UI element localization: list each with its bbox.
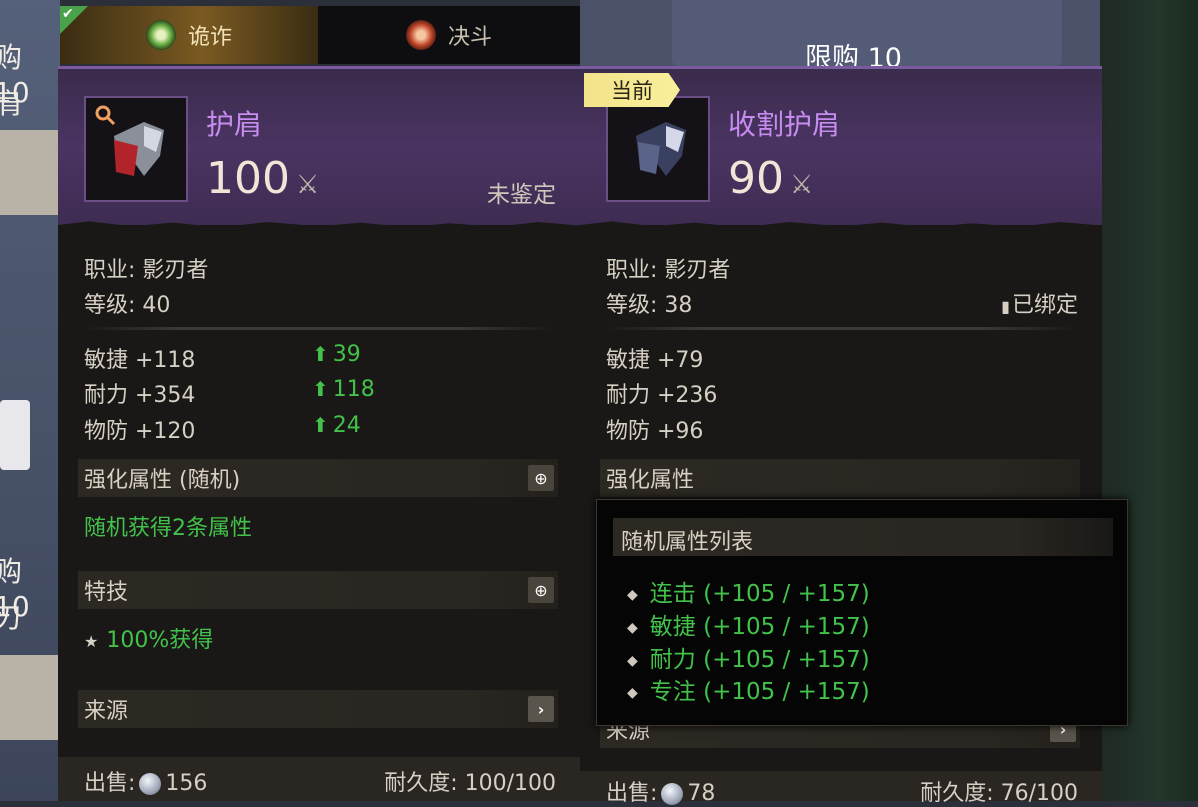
stat-agility: 敏捷 +118: [84, 348, 196, 373]
attribute-list-item: ◆ 连击 (+105 / +157): [627, 574, 870, 608]
stat-diff-value: 24: [332, 413, 361, 438]
silver-coin-icon: [139, 773, 162, 795]
popup-title: 随机属性列表: [621, 530, 754, 555]
enhance-section-header: 强化属性 (随机) ⊕: [78, 459, 558, 497]
attribute-text: 连击 (+105 / +157): [649, 581, 870, 607]
torn-edge: [580, 221, 1102, 231]
chevron-right-icon[interactable]: ›: [528, 696, 554, 722]
section-title: 特技: [84, 580, 129, 605]
item-header: 当前 收割护肩 90 ⚔: [580, 66, 1102, 231]
shoulder-armor-icon: [636, 122, 686, 176]
arrow-up-icon: ⬆: [312, 413, 329, 437]
checkmark-icon: ✔: [60, 6, 88, 34]
stat-agility: 敏捷 +79: [606, 348, 704, 373]
bg-text: 肩: [0, 87, 23, 120]
stat-physical-defense: 物防 +96: [606, 419, 704, 444]
divider: [606, 327, 1076, 330]
item-header: 护肩 100 ⚔ 未鉴定: [58, 66, 580, 231]
item-footer: 出售: 78 耐久度: 76/100: [580, 771, 1102, 806]
item-power: 90 ⚔: [728, 153, 813, 204]
enhance-description: 随机获得2条属性: [84, 516, 252, 541]
diamond-bullet-icon: ◆: [627, 684, 638, 701]
section-title: 强化属性 (随机): [84, 468, 241, 493]
stat-stamina: 耐力 +236: [606, 383, 718, 408]
crossed-swords-icon: ⚔: [790, 170, 814, 200]
stat-diff: ⬆ 39: [312, 342, 361, 367]
random-attribute-popup: 随机属性列表 ◆ 连击 (+105 / +157) ◆ 敏捷 (+105 / +15…: [596, 499, 1128, 726]
lock-icon: [0, 400, 30, 470]
attribute-list-item: ◆ 敏捷 (+105 / +157): [627, 607, 870, 641]
tab-bar: 诡诈 决斗 ✔: [60, 6, 580, 64]
diamond-bullet-icon: ◆: [627, 619, 638, 636]
sell-label: 出售:: [84, 771, 136, 796]
class-requirement: 职业: 影刃者: [84, 258, 209, 283]
sell-value: 78: [687, 781, 716, 806]
item-name: 护肩: [206, 108, 263, 141]
attribute-text: 耐力 (+105 / +157): [649, 647, 870, 673]
tab-duel[interactable]: 决斗: [318, 6, 580, 64]
stat-stamina: 耐力 +354: [84, 383, 196, 408]
item-slot[interactable]: [606, 96, 710, 202]
skill-section-header: 特技 ⊕: [78, 571, 558, 609]
arrow-up-icon: ⬆: [312, 342, 329, 366]
card-strip: [0, 655, 60, 740]
class-requirement: 职业: 影刃者: [606, 258, 731, 283]
item-footer: 出售: 156 耐久度: 100/100: [58, 757, 580, 801]
star-icon: ★: [84, 632, 99, 651]
popup-header: 随机属性列表: [613, 518, 1113, 556]
item-name: 收割护肩: [728, 108, 841, 141]
unidentified-label: 未鉴定: [487, 182, 556, 208]
sell-price: 出售: 156: [84, 765, 207, 797]
stat-physical-defense: 物防 +120: [84, 419, 196, 444]
attribute-list-item: ◆ 专注 (+105 / +157): [627, 672, 870, 706]
divider: [84, 327, 554, 330]
diamond-bullet-icon: ◆: [627, 652, 638, 669]
background-left-cards: 购 10 肩 购 10 刃: [0, 0, 60, 801]
item-slot[interactable]: [84, 96, 188, 202]
tab-guile[interactable]: 诡诈: [60, 6, 318, 64]
attribute-list-item: ◆ 耐力 (+105 / +157): [627, 640, 870, 674]
diamond-bullet-icon: ◆: [627, 586, 638, 603]
arrow-up-icon: ⬆: [312, 377, 329, 401]
source-section-header[interactable]: 来源 ›: [78, 690, 558, 728]
skill-line: ★ 100%获得: [84, 622, 213, 654]
eye-emblem-icon: [145, 20, 176, 50]
item-tooltip-new: 护肩 100 ⚔ 未鉴定 职业: 影刃者 等级: 40 敏捷 +118 ⬆ 39 耐…: [58, 66, 580, 801]
tab-label: 诡诈: [187, 25, 232, 50]
flame-emblem-icon: [405, 20, 436, 50]
enhance-section-header: 强化属性: [600, 459, 1080, 497]
torn-edge: [58, 221, 580, 231]
sell-label: 出售:: [606, 781, 658, 806]
item-power: 100 ⚔: [206, 153, 319, 204]
card-strip: [0, 130, 60, 215]
stat-diff-value: 39: [332, 342, 361, 367]
shoulder-armor-icon: [114, 122, 164, 176]
bound-status: ▮已绑定: [1001, 287, 1078, 319]
zoom-in-icon[interactable]: ⊕: [528, 465, 554, 491]
sell-value: 156: [165, 771, 208, 796]
section-title: 来源: [84, 699, 129, 724]
stat-diff: ⬆ 24: [312, 413, 361, 438]
bound-label: 已绑定: [1011, 293, 1078, 318]
attribute-text: 专注 (+105 / +157): [649, 679, 870, 705]
power-value: 90: [728, 153, 784, 204]
silver-coin-icon: [661, 783, 684, 805]
durability: 耐久度: 76/100: [920, 781, 1078, 806]
sell-price: 出售: 78: [606, 775, 715, 807]
crossed-swords-icon: ⚔: [295, 170, 320, 200]
section-title: 强化属性: [606, 468, 695, 493]
skill-text: 100%获得: [106, 628, 214, 653]
zoom-in-icon[interactable]: ⊕: [528, 577, 554, 603]
attribute-text: 敏捷 (+105 / +157): [649, 614, 870, 640]
power-value: 100: [206, 153, 290, 204]
level-requirement: 等级: 38: [606, 293, 693, 318]
current-badge: 当前: [584, 73, 680, 107]
stat-diff: ⬆ 118: [312, 377, 375, 402]
durability: 耐久度: 100/100: [384, 771, 556, 796]
bg-text: 刃: [0, 601, 23, 634]
level-requirement: 等级: 40: [84, 293, 171, 318]
tab-label: 决斗: [447, 25, 492, 50]
lock-icon: ▮: [1001, 297, 1010, 316]
stat-diff-value: 118: [332, 377, 375, 402]
